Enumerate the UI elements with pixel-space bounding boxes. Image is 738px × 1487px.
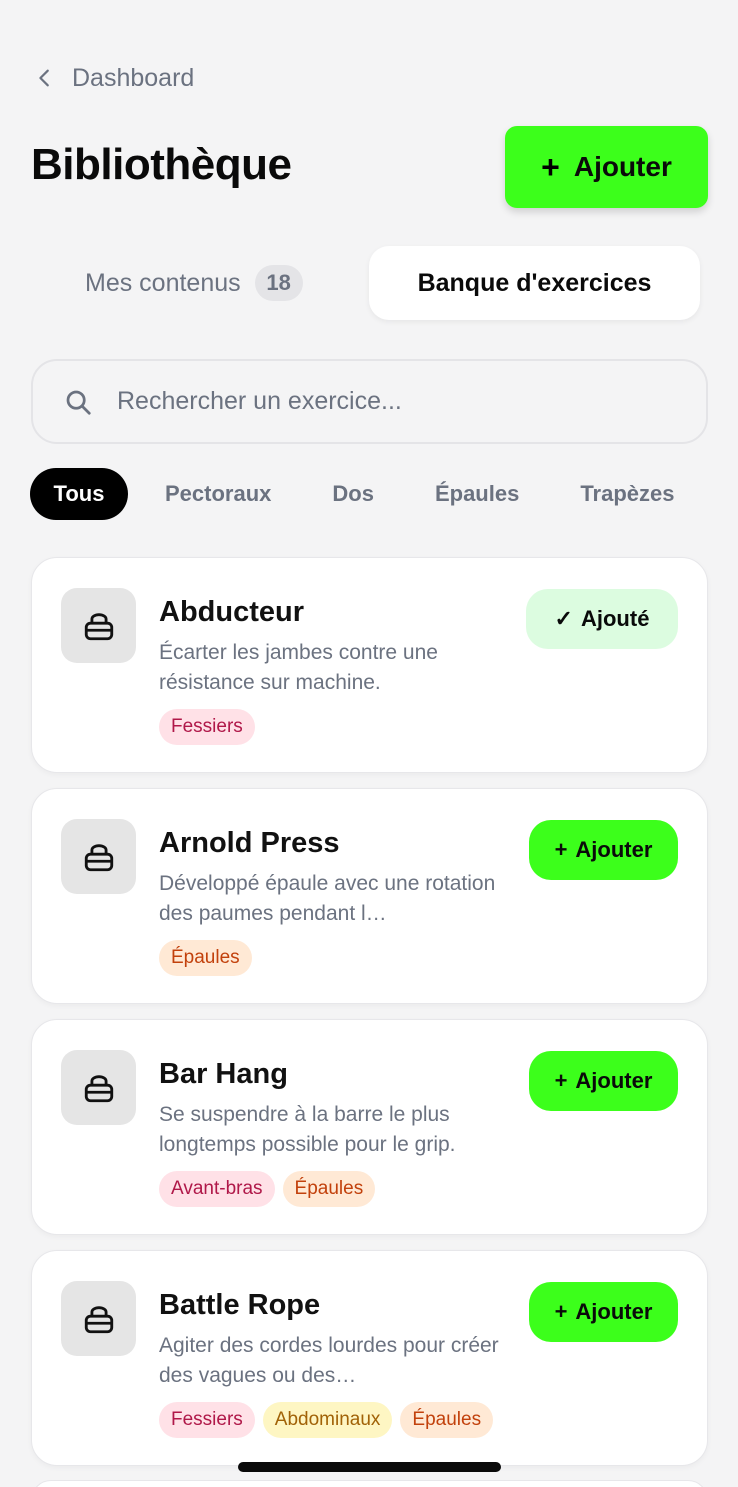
filter-chip-shoulders[interactable]: Épaules <box>435 468 519 520</box>
add-exercise-button[interactable]: + Ajouter <box>529 1051 678 1111</box>
home-indicator[interactable] <box>238 1462 501 1472</box>
add-exercise-label: Ajouter <box>575 1299 653 1324</box>
page-title: Bibliothèque <box>31 140 292 189</box>
my-content-count-badge: 18 <box>254 265 303 301</box>
add-exercise-button[interactable]: + Ajouter <box>529 1282 678 1342</box>
exercise-card[interactable]: Battle Rope Agiter des cordes lourdes po… <box>31 1250 708 1466</box>
exercise-description: Développé épaule avec une rotation des p… <box>159 872 496 925</box>
exercise-card-partial[interactable] <box>31 1480 708 1487</box>
tab-exercise-bank[interactable]: Banque d'exercices <box>369 246 700 320</box>
muscle-tags: Épaules <box>159 940 260 976</box>
added-button[interactable]: ✓ Ajouté <box>526 589 678 649</box>
add-exercise-label: Ajouter <box>575 1068 653 1093</box>
add-exercise-label: Ajouter <box>575 837 653 862</box>
added-button-label: Ajouté <box>580 606 650 631</box>
chevron-left-icon <box>39 69 49 87</box>
muscle-tag: Fessiers <box>159 709 255 745</box>
exercise-name: Arnold Press <box>159 827 340 859</box>
exercise-name: Battle Rope <box>159 1289 321 1321</box>
search-icon <box>66 390 91 415</box>
weight-icon <box>84 1074 113 1102</box>
exercise-thumbnail <box>61 588 136 663</box>
muscle-tags: Avant-bras Épaules <box>159 1171 383 1207</box>
muscle-tag: Épaules <box>400 1402 494 1438</box>
library-screen: Dashboard Bibliothèque + Ajouter Mes con… <box>0 0 738 1487</box>
tab-exercise-bank-label: Banque d'exercices <box>417 268 652 297</box>
exercise-description: Se suspendre à la barre le plus longtemp… <box>159 1103 456 1156</box>
plus-icon: + <box>554 1068 568 1093</box>
exercise-description: Écarter les jambes contre une résistance… <box>159 641 438 694</box>
muscle-tags: Fessiers <box>159 709 263 745</box>
back-label: Dashboard <box>72 63 195 92</box>
plus-icon: + <box>554 837 568 862</box>
muscle-tag: Fessiers <box>159 1402 255 1438</box>
filter-chip-all[interactable]: Tous <box>30 468 128 520</box>
tab-my-content[interactable]: Mes contenus 18 <box>85 260 303 306</box>
exercise-description: Agiter des cordes lourdes pour créer des… <box>159 1334 499 1387</box>
muscle-tags: Fessiers Abdominaux Épaules <box>159 1402 501 1438</box>
plus-icon: + <box>554 1299 568 1324</box>
search-input[interactable] <box>117 387 657 416</box>
filter-chip-traps[interactable]: Trapèzes <box>580 468 674 520</box>
tab-my-content-label: Mes contenus <box>85 268 241 297</box>
search-bar[interactable] <box>31 359 708 444</box>
muscle-filter-bar: Tous Pectoraux Dos Épaules Trapèzes <box>30 467 675 521</box>
exercise-name: Bar Hang <box>159 1058 288 1090</box>
plus-icon: + <box>541 149 560 185</box>
back-button[interactable]: Dashboard <box>34 60 194 96</box>
muscle-tag: Avant-bras <box>159 1171 275 1207</box>
exercise-name: Abducteur <box>159 596 304 628</box>
add-content-label: Ajouter <box>573 151 672 182</box>
filter-chip-back[interactable]: Dos <box>332 468 374 520</box>
exercise-card[interactable]: Arnold Press Développé épaule avec une r… <box>31 788 708 1004</box>
checkmark-icon: ✓ <box>554 606 573 631</box>
add-exercise-button[interactable]: + Ajouter <box>529 820 678 880</box>
exercise-card[interactable]: Abducteur Écarter les jambes contre une … <box>31 557 708 773</box>
exercise-thumbnail <box>61 1281 136 1356</box>
muscle-tag: Épaules <box>282 1171 376 1207</box>
muscle-tag: Abdominaux <box>262 1402 393 1438</box>
weight-icon <box>84 843 113 871</box>
weight-icon <box>84 612 113 640</box>
filter-chip-chest[interactable]: Pectoraux <box>165 468 271 520</box>
add-content-button[interactable]: + Ajouter <box>505 126 708 208</box>
weight-icon <box>84 1305 113 1333</box>
muscle-tag: Épaules <box>159 940 252 976</box>
exercise-thumbnail <box>61 819 136 894</box>
exercise-thumbnail <box>61 1050 136 1125</box>
exercise-card[interactable]: Bar Hang Se suspendre à la barre le plus… <box>31 1019 708 1235</box>
